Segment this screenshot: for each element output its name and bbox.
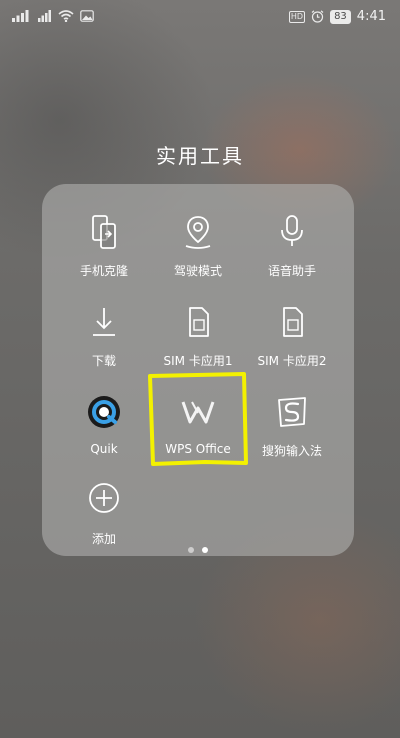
app-phone-clone[interactable]: 手机克隆 xyxy=(54,212,154,296)
phone-clone-icon xyxy=(84,212,124,252)
page-dot[interactable] xyxy=(188,547,194,553)
app-sogou-input[interactable]: 搜狗输入法 xyxy=(242,392,342,476)
wps-office-icon xyxy=(178,392,218,432)
status-bar: HD 83 4:41 xyxy=(0,0,400,36)
hd-icon: HD xyxy=(288,10,306,23)
signal-icon xyxy=(12,10,32,22)
app-label: 语音助手 xyxy=(267,264,316,278)
sim-card-icon xyxy=(178,302,218,342)
photo-notification-icon xyxy=(80,10,94,22)
page-indicator xyxy=(42,547,354,553)
folder-title[interactable]: 实用工具 xyxy=(0,140,400,169)
app-voice-assistant[interactable]: 语音助手 xyxy=(242,212,342,296)
microphone-icon xyxy=(272,212,312,252)
signal-secondary-icon xyxy=(38,10,52,22)
page-dot-active[interactable] xyxy=(202,547,208,553)
app-label: SIM 卡应用2 xyxy=(257,354,327,368)
download-icon xyxy=(84,302,124,342)
app-quik[interactable]: Quik xyxy=(54,392,154,476)
driving-mode-icon xyxy=(178,212,218,252)
app-sim-1[interactable]: SIM 卡应用1 xyxy=(148,302,248,386)
battery-indicator: 83 xyxy=(330,9,351,24)
sim-card-icon xyxy=(272,302,312,342)
app-wps-office[interactable]: WPS Office xyxy=(148,392,248,476)
app-download[interactable]: 下载 xyxy=(54,302,154,386)
app-label: 搜狗输入法 xyxy=(261,444,322,458)
add-icon xyxy=(84,480,124,520)
sogou-input-icon xyxy=(272,392,312,432)
quik-icon xyxy=(84,392,124,432)
wifi-icon xyxy=(58,10,74,22)
alarm-icon xyxy=(311,10,324,23)
app-driving-mode[interactable]: 驾驶模式 xyxy=(148,212,248,296)
app-label: 添加 xyxy=(91,532,116,546)
folder-panel: 手机克隆 驾驶模式 语音助手 下载 SIM 卡应用1 SIM 卡应用2 Quik… xyxy=(42,184,354,556)
app-sim-2[interactable]: SIM 卡应用2 xyxy=(242,302,342,386)
clock: 4:41 xyxy=(356,9,386,24)
